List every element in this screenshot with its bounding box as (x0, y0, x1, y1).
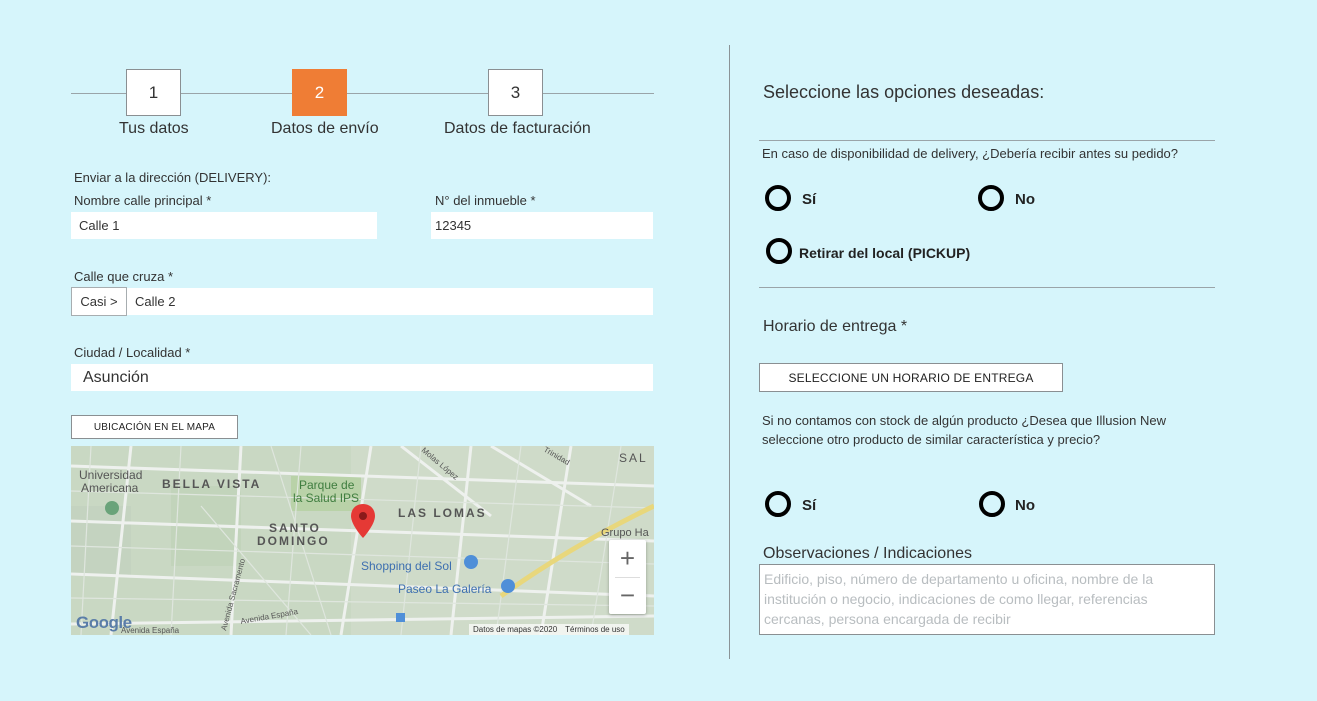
step-1-label: Tus datos (119, 120, 189, 137)
options-title: Seleccione las opciones deseadas: (763, 82, 1045, 102)
pickup-radio[interactable] (766, 238, 792, 264)
options-divider-top (759, 140, 1215, 141)
map-terms-link[interactable]: Términos de uso (565, 625, 625, 634)
cross-street-input[interactable]: Calle 2 (127, 288, 653, 315)
map-label-parque: Parque de (299, 478, 355, 492)
stock-question-line-1: Si no contamos con stock de algún produc… (762, 413, 1166, 428)
city-input[interactable]: Asunción (71, 364, 653, 391)
delivery-no-radio[interactable] (978, 185, 1004, 211)
map-label-universidad: Universidad (79, 468, 142, 482)
zoom-divider (615, 577, 640, 578)
map-label-shopping: Shopping del Sol (361, 559, 452, 573)
map-footer: Datos de mapas ©2020 Términos de uso (469, 624, 629, 635)
number-label: N° del inmueble * (435, 193, 536, 208)
schedule-button[interactable]: SELECCIONE UN HORARIO DE ENTREGA (759, 363, 1063, 392)
map-data-credit: Datos de mapas ©2020 (473, 625, 558, 634)
casi-prefix: Casi > (71, 287, 127, 316)
stock-question-line-2: seleccione otro producto de similar cara… (762, 432, 1101, 447)
step-1[interactable]: 1 (126, 69, 181, 116)
notes-label: Observaciones / Indicaciones (763, 545, 972, 562)
map-label-santo: SANTO (269, 521, 321, 535)
stock-no-radio[interactable] (979, 491, 1005, 517)
delivery-yes-radio[interactable] (765, 185, 791, 211)
map-label-sal: SAL (619, 451, 648, 465)
delivery-no-label: No (1015, 191, 1035, 208)
map-label-paseo: Paseo La Galería (398, 582, 492, 596)
pickup-label: Retirar del local (PICKUP) (799, 245, 971, 261)
map-location-button[interactable]: UBICACIÓN EN EL MAPA (71, 415, 238, 439)
column-divider (729, 45, 730, 659)
map-view[interactable]: Universidad Americana BELLA VISTA Parque… (71, 446, 654, 635)
google-logo: Google (76, 613, 132, 632)
map-zoom-control: + − (609, 540, 646, 614)
stock-yes-label: Sí (802, 497, 817, 514)
step-2[interactable]: 2 (292, 69, 347, 116)
delivery-yes-label: Sí (802, 191, 817, 208)
map-label-americana: Americana (81, 481, 139, 495)
map-label-grupo: Grupo Ha (601, 527, 650, 539)
options-divider-middle (759, 287, 1215, 288)
notes-textarea[interactable]: Edificio, piso, número de departamento u… (759, 564, 1215, 635)
step-2-label: Datos de envío (271, 120, 379, 137)
map-label-salud: la Salud IPS (293, 491, 359, 505)
zoom-in-button[interactable]: + (609, 540, 646, 577)
street-label: Nombre calle principal * (74, 193, 212, 208)
step-3[interactable]: 3 (488, 69, 543, 116)
map-label-domingo: DOMINGO (257, 534, 330, 548)
map-label-bella-vista: BELLA VISTA (162, 477, 261, 491)
cross-street-label: Calle que cruza * (74, 269, 173, 284)
step-3-label: Datos de facturación (444, 120, 591, 137)
street-input[interactable]: Calle 1 (71, 212, 377, 239)
number-input[interactable]: 12345 (431, 212, 653, 239)
map-label-las-lomas: LAS LOMAS (398, 506, 487, 520)
zoom-out-button[interactable]: − (609, 577, 646, 614)
stock-no-label: No (1015, 497, 1035, 514)
delivery-section-title: Enviar a la dirección (DELIVERY): (74, 170, 272, 185)
schedule-label: Horario de entrega * (763, 318, 908, 335)
city-label: Ciudad / Localidad * (74, 345, 191, 360)
delivery-question: En caso de disponibilidad de delivery, ¿… (762, 146, 1179, 161)
stock-yes-radio[interactable] (765, 491, 791, 517)
